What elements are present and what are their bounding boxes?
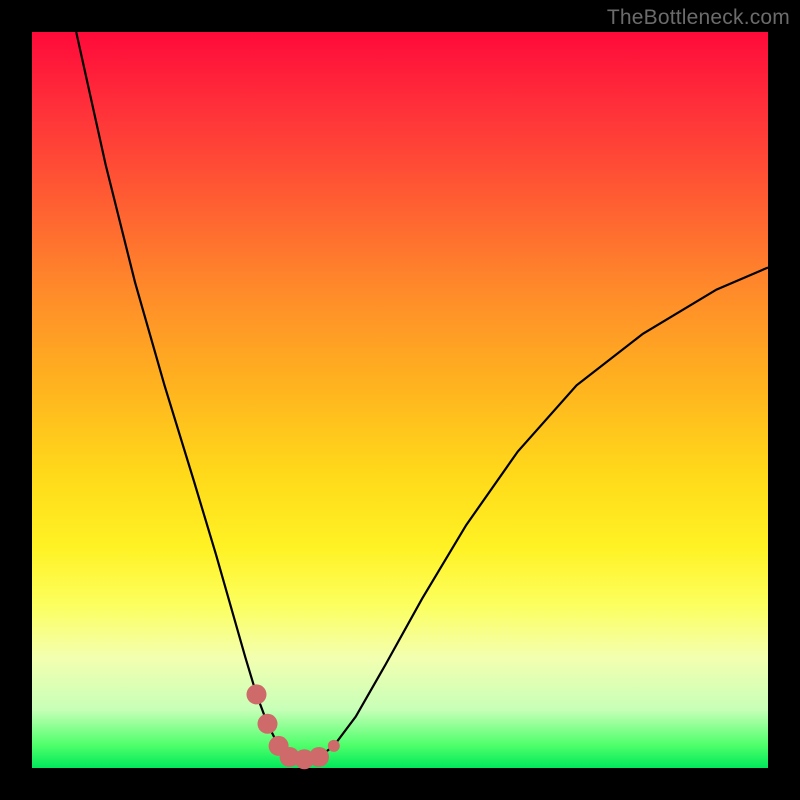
highlight-dot — [258, 714, 278, 734]
plot-area — [32, 32, 768, 768]
highlight-dot — [309, 747, 329, 767]
highlight-dot — [328, 740, 340, 752]
bottleneck-curve-svg — [32, 32, 768, 768]
highlight-dots — [247, 684, 340, 769]
watermark-text: TheBottleneck.com — [607, 6, 790, 30]
highlight-dot — [247, 684, 267, 704]
bottleneck-curve — [76, 32, 768, 759]
